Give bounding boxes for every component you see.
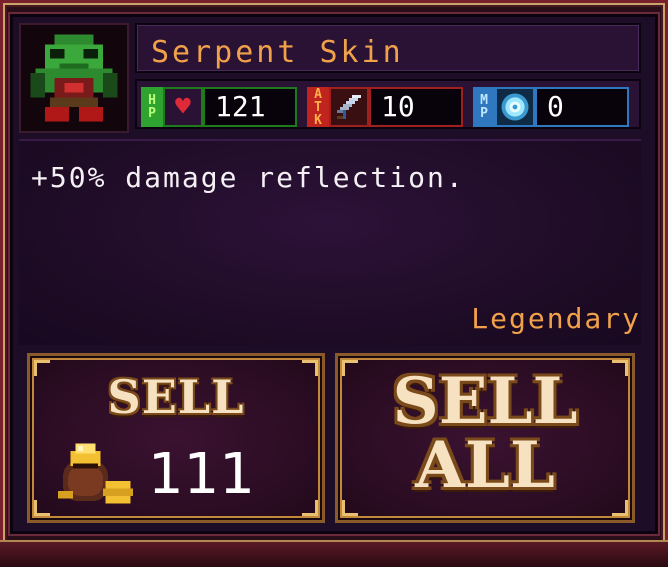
sell-label: SELL — [107, 370, 245, 424]
item-portrait — [19, 23, 129, 133]
sell-all-line2: ALL — [415, 428, 555, 503]
mp-tag-bottom: P — [480, 106, 488, 121]
atk-tag-top: A — [314, 86, 322, 102]
stat-hp: H P ♥ 121 — [141, 87, 297, 127]
atk-value: 10 — [369, 87, 463, 127]
sell-all-button[interactable]: SELL ALL — [335, 353, 635, 523]
hp-tag: H P — [141, 87, 163, 127]
gold-bag-icon — [48, 436, 138, 506]
mp-tag: M P — [473, 87, 495, 127]
corner-ornament — [342, 500, 358, 516]
item-name: Serpent Skin — [151, 35, 404, 70]
item-detail-panel: Serpent Skin H P ♥ 121 A T K 10 M P 0 +5… — [10, 14, 658, 534]
sell-button[interactable]: SELL 111 — [27, 353, 325, 523]
mp-value: 0 — [535, 87, 629, 127]
item-name-bar: Serpent Skin — [135, 23, 641, 73]
sell-all-line1: SELL — [392, 364, 578, 439]
sell-all-label: SELL ALL — [338, 370, 632, 498]
heart-icon: ♥ — [163, 87, 203, 127]
atk-tag-bottom: K — [314, 112, 322, 128]
item-description-area: +50% damage reflection. Legendary — [19, 139, 641, 345]
corner-ornament — [302, 500, 318, 516]
sell-price: 111 — [148, 442, 255, 507]
item-rarity: Legendary — [471, 302, 641, 335]
orc-warrior-portrait-icon — [30, 34, 118, 122]
hp-tag-bottom: P — [148, 106, 156, 121]
item-description: +50% damage reflection. — [31, 161, 465, 194]
corner-ornament — [612, 500, 628, 516]
mana-orb-icon — [495, 87, 535, 127]
hp-value: 121 — [203, 87, 297, 127]
atk-tag-mid: T — [314, 99, 322, 115]
atk-tag: A T K — [307, 87, 329, 127]
stat-atk: A T K 10 — [307, 87, 463, 127]
stats-row: H P ♥ 121 A T K 10 M P 0 — [135, 79, 641, 129]
frame-bottom-strip — [0, 540, 668, 567]
sword-icon — [329, 87, 369, 127]
stat-mp: M P 0 — [473, 87, 629, 127]
